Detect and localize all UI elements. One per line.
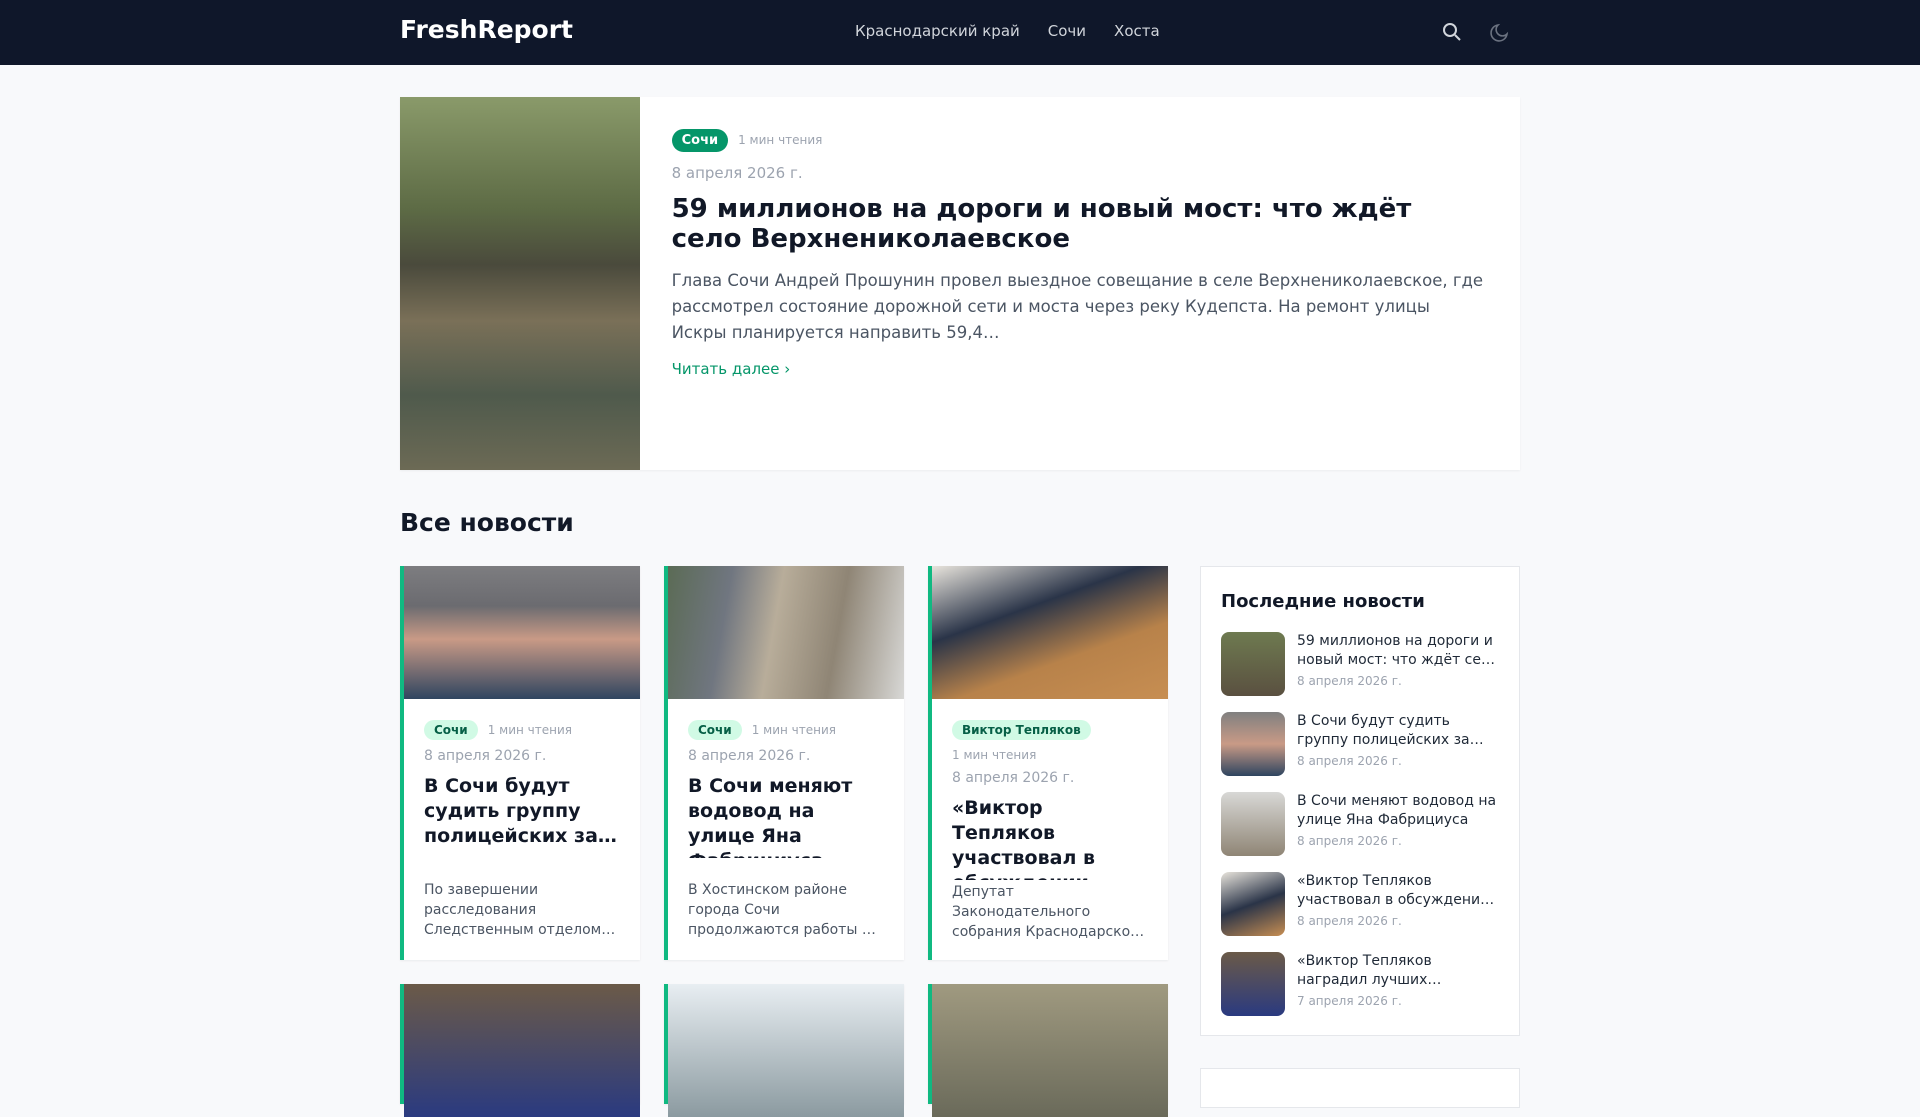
sidebar-item[interactable]: «Виктор Тепляков наградил лучших… 7 апрел… <box>1221 952 1499 1032</box>
card-image[interactable] <box>932 984 1168 1117</box>
nav-sochi[interactable]: Сочи <box>1048 22 1086 40</box>
read-time: 1 мин чтения <box>738 133 823 147</box>
card-title[interactable]: «Виктор Тепляков участвовал в обсуждении… <box>952 796 1148 880</box>
logo[interactable]: FreshReport <box>400 15 573 44</box>
section-title: Все новости <box>400 508 574 537</box>
sidebar-widget <box>1200 1068 1520 1108</box>
moon-icon[interactable] <box>1488 20 1512 44</box>
read-more-label: Читать далее <box>671 360 780 378</box>
thumbnail <box>1221 872 1285 936</box>
news-card[interactable]: Сочи 1 мин чтения 8 апреля 2026 г. В Сочи… <box>400 566 640 960</box>
site-header: FreshReport Краснодарский край Сочи Хост… <box>0 0 1920 65</box>
article-date: 8 апреля 2026 г. <box>671 164 803 182</box>
card-excerpt: В Хостинском районе города Сочи продолжа… <box>688 882 876 938</box>
card-excerpt: Депутат Законодательного собрания Красно… <box>952 884 1145 940</box>
category-badge[interactable]: Сочи <box>424 720 478 740</box>
item-date: 8 апреля 2026 г. <box>1297 834 1402 848</box>
read-time: 1 мин чтения <box>751 723 836 737</box>
chevron-right-icon: › <box>784 360 791 378</box>
main-nav: Краснодарский край Сочи Хоста <box>855 22 1160 40</box>
card-image[interactable] <box>668 566 904 699</box>
thumbnail <box>1221 632 1285 696</box>
news-card[interactable] <box>928 984 1168 1117</box>
nav-krasnodar[interactable]: Краснодарский край <box>855 22 1020 40</box>
thumbnail <box>1221 792 1285 856</box>
item-title[interactable]: «Виктор Тепляков участвовал в обсуждени… <box>1297 872 1499 910</box>
category-badge[interactable]: Сочи <box>671 129 729 152</box>
item-title[interactable]: 59 миллионов на дороги и новый мост: что… <box>1297 632 1499 670</box>
news-card[interactable] <box>400 984 640 1117</box>
thumbnail <box>1221 952 1285 1016</box>
news-card[interactable]: Виктор Тепляков 1 мин чтения 8 апреля 20… <box>928 566 1168 960</box>
item-date: 8 апреля 2026 г. <box>1297 674 1402 688</box>
card-image[interactable] <box>404 984 640 1117</box>
card-image[interactable] <box>668 984 904 1117</box>
category-badge[interactable]: Сочи <box>688 720 742 740</box>
item-date: 8 апреля 2026 г. <box>1297 754 1402 768</box>
featured-image[interactable] <box>400 97 640 470</box>
sidebar-item[interactable]: «Виктор Тепляков участвовал в обсуждени…… <box>1221 872 1499 952</box>
card-excerpt: По завершении расследования Следственным… <box>424 882 616 938</box>
search-icon[interactable] <box>1440 20 1464 44</box>
card-image[interactable] <box>404 566 640 699</box>
read-more-link[interactable]: Читать далее › <box>672 360 1488 378</box>
nav-khosta[interactable]: Хоста <box>1114 22 1160 40</box>
sidebar-item[interactable]: В Сочи будут судить группу полицейских з… <box>1221 712 1499 792</box>
read-time: 1 мин чтения <box>952 748 1037 762</box>
card-image[interactable] <box>932 566 1168 699</box>
read-time: 1 мин чтения <box>487 723 572 737</box>
card-date: 8 апреля 2026 г. <box>952 770 1075 786</box>
item-title[interactable]: В Сочи меняют водовод на улице Яна Фабри… <box>1297 792 1499 830</box>
category-badge[interactable]: Виктор Тепляков <box>952 720 1091 740</box>
latest-news-sidebar: Последние новости 59 миллионов на дороги… <box>1200 566 1520 1036</box>
item-title[interactable]: В Сочи будут судить группу полицейских з… <box>1297 712 1499 750</box>
sidebar-item[interactable]: 59 миллионов на дороги и новый мост: что… <box>1221 632 1499 712</box>
item-title[interactable]: «Виктор Тепляков наградил лучших… <box>1297 952 1499 990</box>
article-excerpt: Глава Сочи Андрей Прошунин провел выездн… <box>671 271 1484 342</box>
card-date: 8 апреля 2026 г. <box>688 748 811 764</box>
news-card[interactable] <box>664 984 904 1117</box>
card-title[interactable]: В Сочи меняют водовод на улице Яна Фабри… <box>688 774 884 858</box>
thumbnail <box>1221 712 1285 776</box>
sidebar-item[interactable]: В Сочи меняют водовод на улице Яна Фабри… <box>1221 792 1499 872</box>
item-date: 7 апреля 2026 г. <box>1297 994 1402 1008</box>
featured-article[interactable]: Сочи 1 мин чтения 8 апреля 2026 г. 59 мил… <box>400 97 1520 470</box>
news-card[interactable]: Сочи 1 мин чтения 8 апреля 2026 г. В Сочи… <box>664 566 904 960</box>
item-date: 8 апреля 2026 г. <box>1297 914 1402 928</box>
card-date: 8 апреля 2026 г. <box>424 748 547 764</box>
sidebar-title: Последние новости <box>1221 591 1425 612</box>
card-title[interactable]: В Сочи будут судить группу полицейских з… <box>424 774 620 858</box>
article-title[interactable]: 59 миллионов на дороги и новый мост: что… <box>672 194 1488 254</box>
